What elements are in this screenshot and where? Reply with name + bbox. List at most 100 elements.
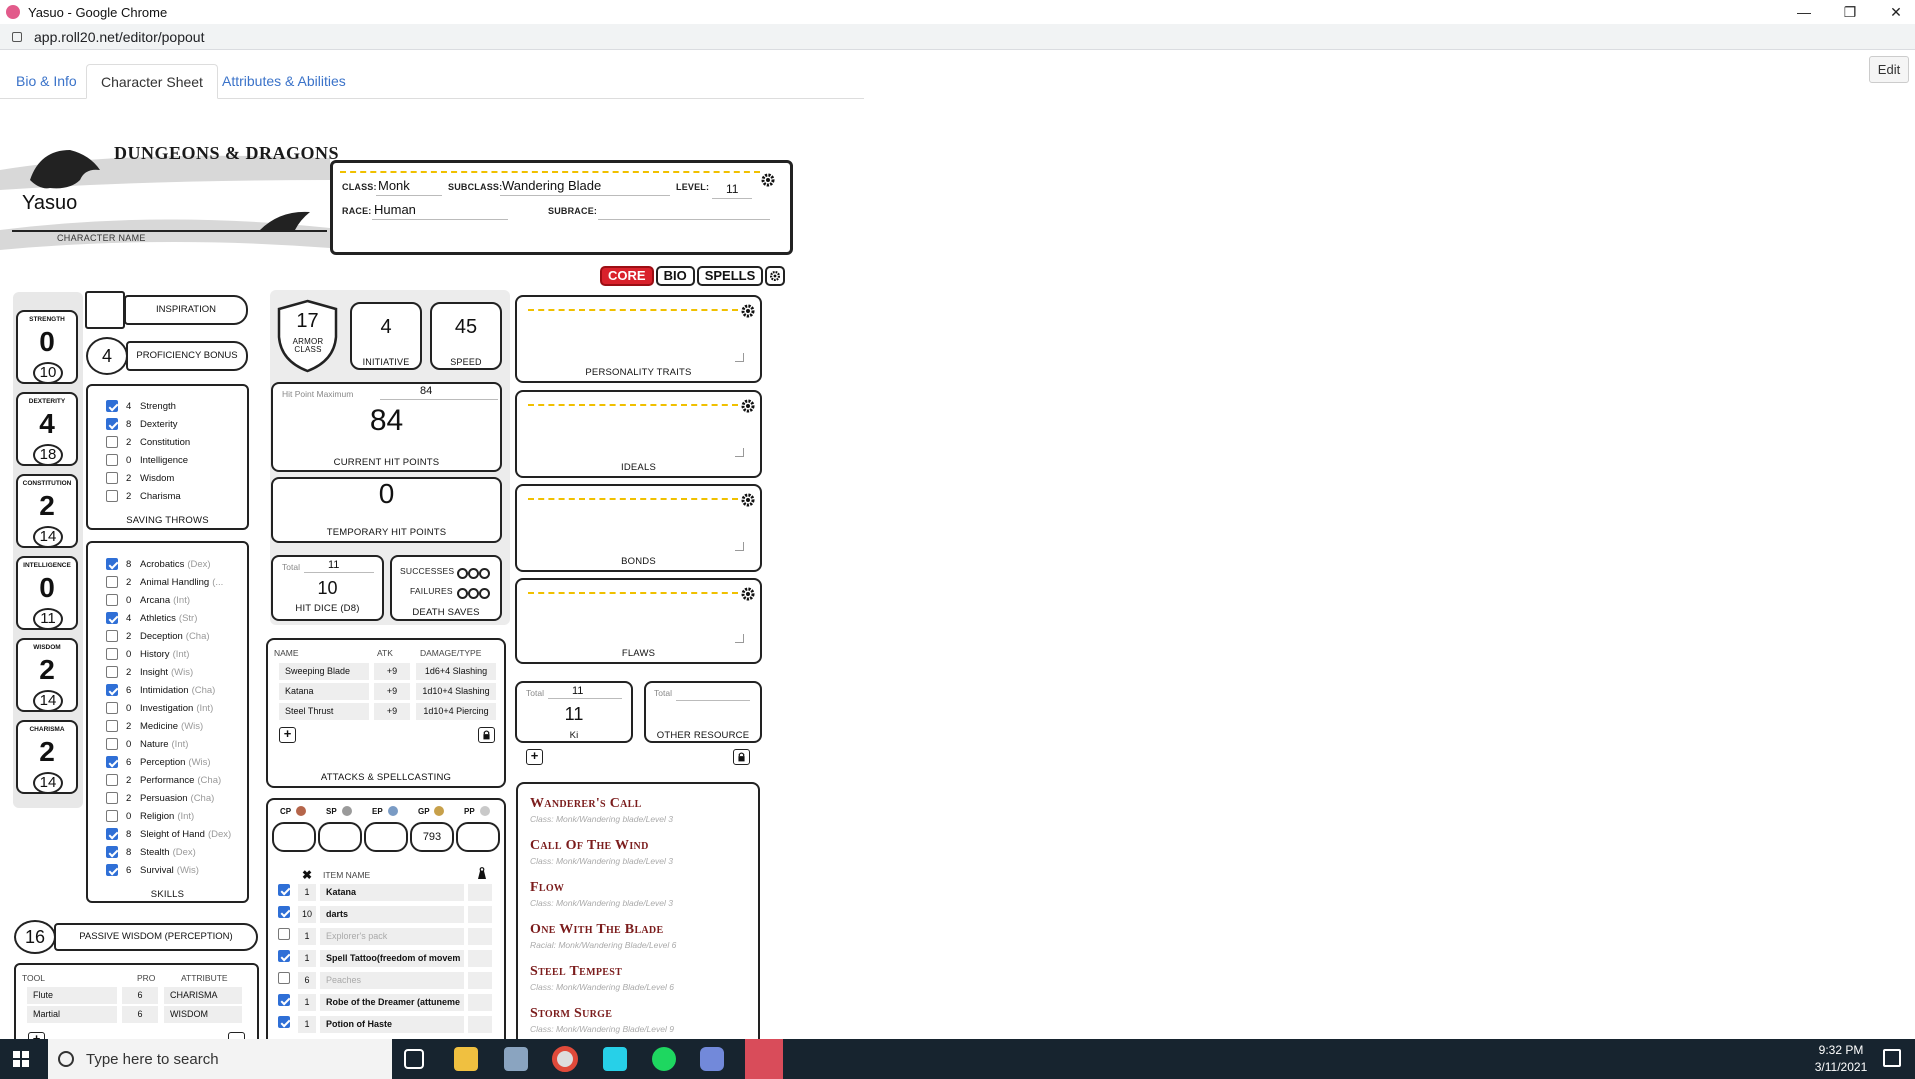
feature-title[interactable]: One With The Blade xyxy=(530,922,663,938)
equipment-name[interactable]: Potion of Haste xyxy=(320,1016,464,1033)
hit-dice-value[interactable]: 10 xyxy=(271,578,384,599)
equipment-weight[interactable] xyxy=(468,884,492,901)
coin-ep-value[interactable] xyxy=(364,822,408,852)
skill-checkbox[interactable] xyxy=(106,684,118,696)
equipment-qty[interactable]: 1 xyxy=(298,994,316,1011)
coin-gp-value[interactable]: 793 xyxy=(410,822,454,852)
equipment-equipped-checkbox[interactable] xyxy=(278,972,290,984)
add-attack-button[interactable]: + xyxy=(279,727,296,743)
equipment-equipped-checkbox[interactable] xyxy=(278,994,290,1006)
skill-checkbox[interactable] xyxy=(106,630,118,642)
chrome-icon[interactable] xyxy=(552,1046,578,1072)
tool-name[interactable]: Martial xyxy=(27,1006,117,1023)
notifications-icon[interactable] xyxy=(1883,1049,1901,1067)
discord-icon[interactable] xyxy=(700,1047,724,1071)
feature-title[interactable]: Storm Surge xyxy=(530,1006,612,1022)
gear-icon[interactable] xyxy=(760,172,776,188)
equipment-name[interactable]: Peaches xyxy=(320,972,464,989)
equipment-qty[interactable]: 1 xyxy=(298,1016,316,1033)
ability-score[interactable]: 14 xyxy=(33,772,63,794)
attack-damage[interactable]: 1d10+4 Slashing xyxy=(416,683,496,700)
skill-checkbox[interactable] xyxy=(106,702,118,714)
hp-max-value[interactable]: 84 xyxy=(420,385,432,397)
lock-attacks-icon[interactable] xyxy=(478,727,495,743)
edit-button[interactable]: Edit xyxy=(1869,56,1909,83)
feature-title[interactable]: Wanderer's Call xyxy=(530,796,642,812)
attack-bonus[interactable]: +9 xyxy=(374,703,410,720)
equipment-weight[interactable] xyxy=(468,928,492,945)
trait-gear-icon[interactable] xyxy=(740,303,756,319)
saving-throw-checkbox[interactable] xyxy=(106,454,118,466)
death-save-success-circle[interactable] xyxy=(468,568,479,579)
lock-resources-icon[interactable] xyxy=(733,749,750,765)
equipment-equipped-checkbox[interactable] xyxy=(278,1016,290,1028)
resize-handle-icon[interactable] xyxy=(735,353,744,362)
attack-name[interactable]: Steel Thrust xyxy=(279,703,369,720)
windows-start-icon[interactable] xyxy=(13,1051,29,1067)
saving-throw-checkbox[interactable] xyxy=(106,418,118,430)
tab-bio-info[interactable]: Bio & Info xyxy=(2,64,91,99)
spotify-icon[interactable] xyxy=(652,1047,676,1071)
equipment-weight[interactable] xyxy=(468,906,492,923)
equipment-weight[interactable] xyxy=(468,972,492,989)
death-save-failure-circle[interactable] xyxy=(468,588,479,599)
equipment-qty[interactable]: 1 xyxy=(298,928,316,945)
skill-checkbox[interactable] xyxy=(106,720,118,732)
ability-score[interactable]: 14 xyxy=(33,526,63,548)
ability-modifier[interactable]: 2 xyxy=(18,654,76,686)
tool-pro[interactable]: 6 xyxy=(122,1006,158,1023)
death-save-success-circle[interactable] xyxy=(457,568,468,579)
close-icon[interactable]: ✕ xyxy=(1873,0,1915,24)
restore-icon[interactable]: ❐ xyxy=(1827,0,1873,24)
tab-bio[interactable]: BIO xyxy=(655,266,695,286)
current-hp-value[interactable]: 84 xyxy=(271,404,502,438)
attack-name[interactable]: Katana xyxy=(279,683,369,700)
equipment-weight[interactable] xyxy=(468,950,492,967)
equipment-weight[interactable] xyxy=(468,994,492,1011)
trait-gear-icon[interactable] xyxy=(740,586,756,602)
skill-checkbox[interactable] xyxy=(106,594,118,606)
tool-attribute[interactable]: WISDOM xyxy=(164,1006,242,1023)
attack-name[interactable]: Sweeping Blade xyxy=(279,663,369,680)
ability-modifier[interactable]: 4 xyxy=(18,408,76,440)
file-explorer-icon[interactable] xyxy=(454,1047,478,1071)
saving-throw-checkbox[interactable] xyxy=(106,472,118,484)
coin-cp-value[interactable] xyxy=(272,822,316,852)
tool-attribute[interactable]: CHARISMA xyxy=(164,987,242,1004)
minimize-icon[interactable]: — xyxy=(1781,0,1827,24)
tool-name[interactable]: Flute xyxy=(27,987,117,1004)
feature-title[interactable]: Flow xyxy=(530,880,564,896)
saving-throw-checkbox[interactable] xyxy=(106,400,118,412)
feature-title[interactable]: Call Of The Wind xyxy=(530,838,649,854)
equipment-equipped-checkbox[interactable] xyxy=(278,928,290,940)
tab-spells[interactable]: SPELLS xyxy=(696,266,764,286)
inspiration-checkbox[interactable] xyxy=(85,291,125,329)
equipment-qty[interactable]: 6 xyxy=(298,972,316,989)
skill-checkbox[interactable] xyxy=(106,612,118,624)
sheet-settings-gear-icon[interactable] xyxy=(765,266,786,286)
race-value[interactable]: Human xyxy=(374,202,416,217)
ability-modifier[interactable]: 2 xyxy=(18,736,76,768)
class-value[interactable]: Monk xyxy=(378,178,410,193)
equipment-qty[interactable]: 1 xyxy=(298,884,316,901)
ability-modifier[interactable]: 0 xyxy=(18,326,76,358)
coin-pp-value[interactable] xyxy=(456,822,500,852)
skill-checkbox[interactable] xyxy=(106,756,118,768)
ability-score[interactable]: 11 xyxy=(33,608,63,630)
level-value[interactable]: 11 xyxy=(726,182,738,196)
attack-damage[interactable]: 1d6+4 Slashing xyxy=(416,663,496,680)
add-resource-button[interactable]: + xyxy=(526,749,543,765)
ability-score[interactable]: 10 xyxy=(33,362,63,384)
skill-checkbox[interactable] xyxy=(106,738,118,750)
passive-wisdom-value[interactable]: 16 xyxy=(14,920,56,954)
resize-handle-icon[interactable] xyxy=(735,448,744,457)
skill-checkbox[interactable] xyxy=(106,648,118,660)
subclass-value[interactable]: Wandering Blade xyxy=(502,178,601,193)
speed-value[interactable]: 45 xyxy=(430,316,502,339)
equipment-equipped-checkbox[interactable] xyxy=(278,906,290,918)
hit-dice-total-value[interactable]: 11 xyxy=(328,559,339,571)
tab-character-sheet[interactable]: Character Sheet xyxy=(86,64,218,99)
attack-damage[interactable]: 1d10+4 Piercing xyxy=(416,703,496,720)
ki-value[interactable]: 11 xyxy=(515,704,633,725)
death-save-success-circle[interactable] xyxy=(479,568,490,579)
